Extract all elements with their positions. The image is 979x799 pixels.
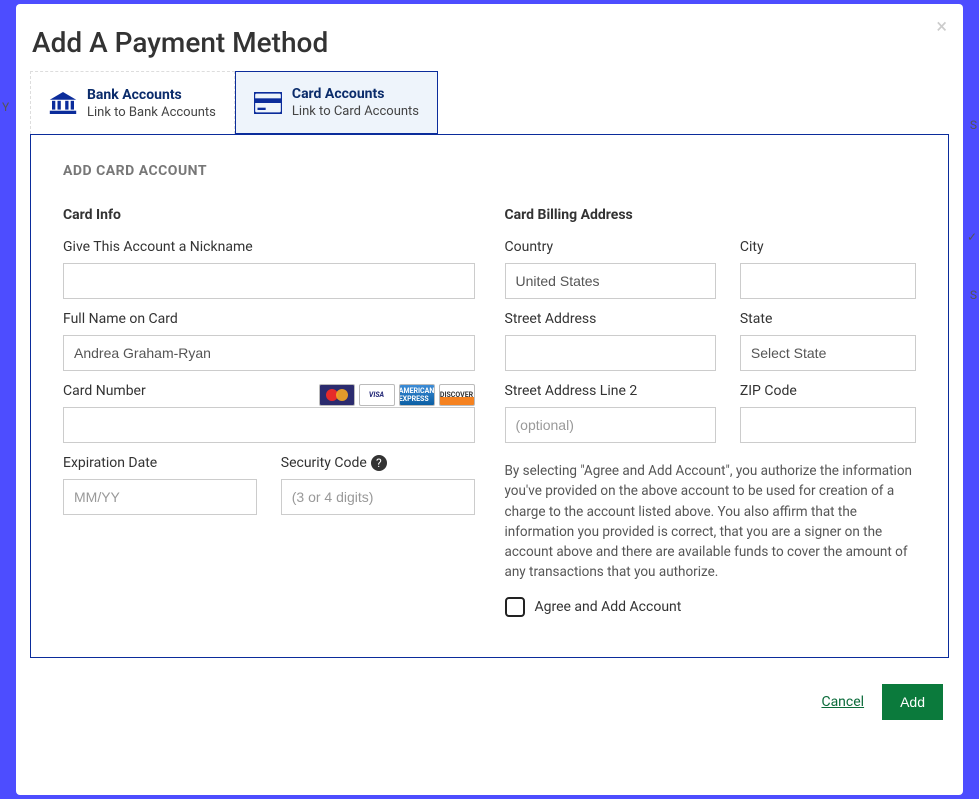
fullname-input[interactable] [63, 335, 475, 371]
modal-footer: Cancel Add [16, 672, 963, 738]
visa-icon: VISA [359, 384, 395, 406]
add-payment-modal: × Add A Payment Method Bank Accounts Lin… [16, 4, 963, 795]
nickname-label: Give This Account a Nickname [63, 239, 475, 255]
zip-input[interactable] [740, 407, 916, 443]
street1-input[interactable] [505, 335, 716, 371]
tab-card-title: Card Accounts [292, 86, 419, 102]
help-icon[interactable]: ? [371, 455, 387, 471]
state-label: State [740, 311, 916, 327]
legal-text: By selecting "Agree and Add Account", yo… [505, 461, 917, 583]
credit-card-icon [254, 92, 282, 114]
tab-bank-subtitle: Link to Bank Accounts [87, 105, 216, 120]
cardnumber-label: Card Number [63, 383, 146, 399]
agree-label: Agree and Add Account [535, 599, 682, 615]
fullname-label: Full Name on Card [63, 311, 475, 327]
cancel-button[interactable]: Cancel [821, 694, 864, 710]
security-input[interactable] [281, 479, 475, 515]
billing-column: Card Billing Address Country United Stat… [505, 207, 917, 617]
city-input[interactable] [740, 263, 916, 299]
modal-title: Add A Payment Method [16, 4, 963, 71]
street2-input[interactable] [505, 407, 716, 443]
tab-bank-accounts[interactable]: Bank Accounts Link to Bank Accounts [30, 71, 235, 134]
street2-label: Street Address Line 2 [505, 383, 716, 399]
tab-bank-title: Bank Accounts [87, 87, 216, 103]
expiration-label: Expiration Date [63, 455, 257, 471]
nickname-input[interactable] [63, 263, 475, 299]
discover-icon: DISCOVER [439, 384, 475, 406]
billing-header: Card Billing Address [505, 207, 917, 223]
close-icon[interactable]: × [936, 14, 947, 38]
bank-icon [49, 92, 77, 114]
card-info-column: Card Info Give This Account a Nickname F… [63, 207, 475, 617]
add-button[interactable]: Add [882, 684, 943, 720]
card-info-header: Card Info [63, 207, 475, 223]
state-select[interactable]: Select State [740, 335, 916, 371]
street1-label: Street Address [505, 311, 716, 327]
country-select[interactable]: United States [505, 263, 716, 299]
zip-label: ZIP Code [740, 383, 916, 399]
agree-checkbox[interactable] [505, 597, 525, 617]
mastercard-icon [319, 384, 355, 406]
cardnumber-input[interactable] [63, 407, 475, 443]
amex-icon: AMERICAN EXPRESS [399, 384, 435, 406]
card-brand-logos: VISA AMERICAN EXPRESS DISCOVER [319, 384, 475, 406]
card-account-panel: ADD CARD ACCOUNT Card Info Give This Acc… [30, 134, 949, 658]
account-type-tabs: Bank Accounts Link to Bank Accounts Card… [16, 71, 963, 134]
city-label: City [740, 239, 916, 255]
security-label: Security Code? [281, 455, 475, 471]
expiration-input[interactable] [63, 479, 257, 515]
tab-card-subtitle: Link to Card Accounts [292, 104, 419, 119]
tab-card-accounts[interactable]: Card Accounts Link to Card Accounts [235, 71, 438, 134]
section-title: ADD CARD ACCOUNT [63, 163, 916, 179]
country-label: Country [505, 239, 716, 255]
